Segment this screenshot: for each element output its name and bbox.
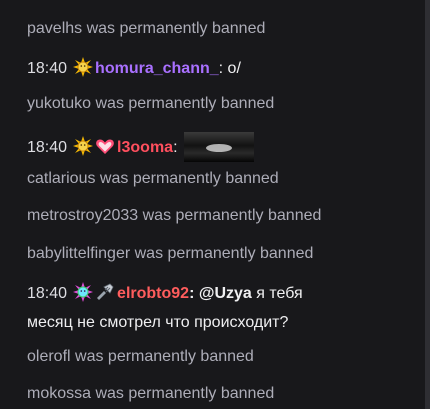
system-message: metrostroy2033 was permanently banned xyxy=(27,207,322,224)
message-text-continued: месяц не смотрел что происходит? xyxy=(27,314,289,331)
heart-icon[interactable] xyxy=(95,136,115,156)
timestamp: 18:40 xyxy=(27,60,68,77)
chat-message: 18:40 l3ooma: xyxy=(27,132,420,162)
username[interactable]: homura_chann_ xyxy=(95,60,219,77)
system-message: catlarious was permanently banned xyxy=(27,170,279,187)
sun-emblem-icon[interactable] xyxy=(73,57,94,77)
scrollbar[interactable] xyxy=(425,0,430,409)
sun-emblem-icon[interactable] xyxy=(73,136,94,156)
timestamp: 18:40 xyxy=(27,285,68,302)
mention[interactable]: @Uzya xyxy=(199,285,252,302)
system-message: olerofl was permanently banned xyxy=(27,348,254,365)
message-text: o/ xyxy=(227,60,241,77)
system-message: pavelhs was permanently banned xyxy=(27,20,266,37)
chat-message: 18:40 elrobto92: @Uzya я тебя xyxy=(27,282,420,304)
drill-icon[interactable] xyxy=(95,282,115,302)
chat-message: 18:40 homura_chann_: o/ xyxy=(27,57,420,79)
message-text: я тебя xyxy=(256,285,303,302)
system-message: mokossa was permanently banned xyxy=(27,385,275,402)
timestamp: 18:40 xyxy=(27,139,68,156)
username[interactable]: l3ooma xyxy=(117,139,173,156)
system-message: babylittelfinger was permanently banned xyxy=(27,245,314,262)
system-message: yukotuko was permanently banned xyxy=(27,95,275,112)
username[interactable]: elrobto92 xyxy=(117,285,189,302)
chat-log: pavelhs was permanently banned 18:40 hom… xyxy=(0,0,430,409)
dark-emote-image[interactable] xyxy=(183,132,254,162)
rainbow-emblem-icon[interactable] xyxy=(73,282,94,302)
